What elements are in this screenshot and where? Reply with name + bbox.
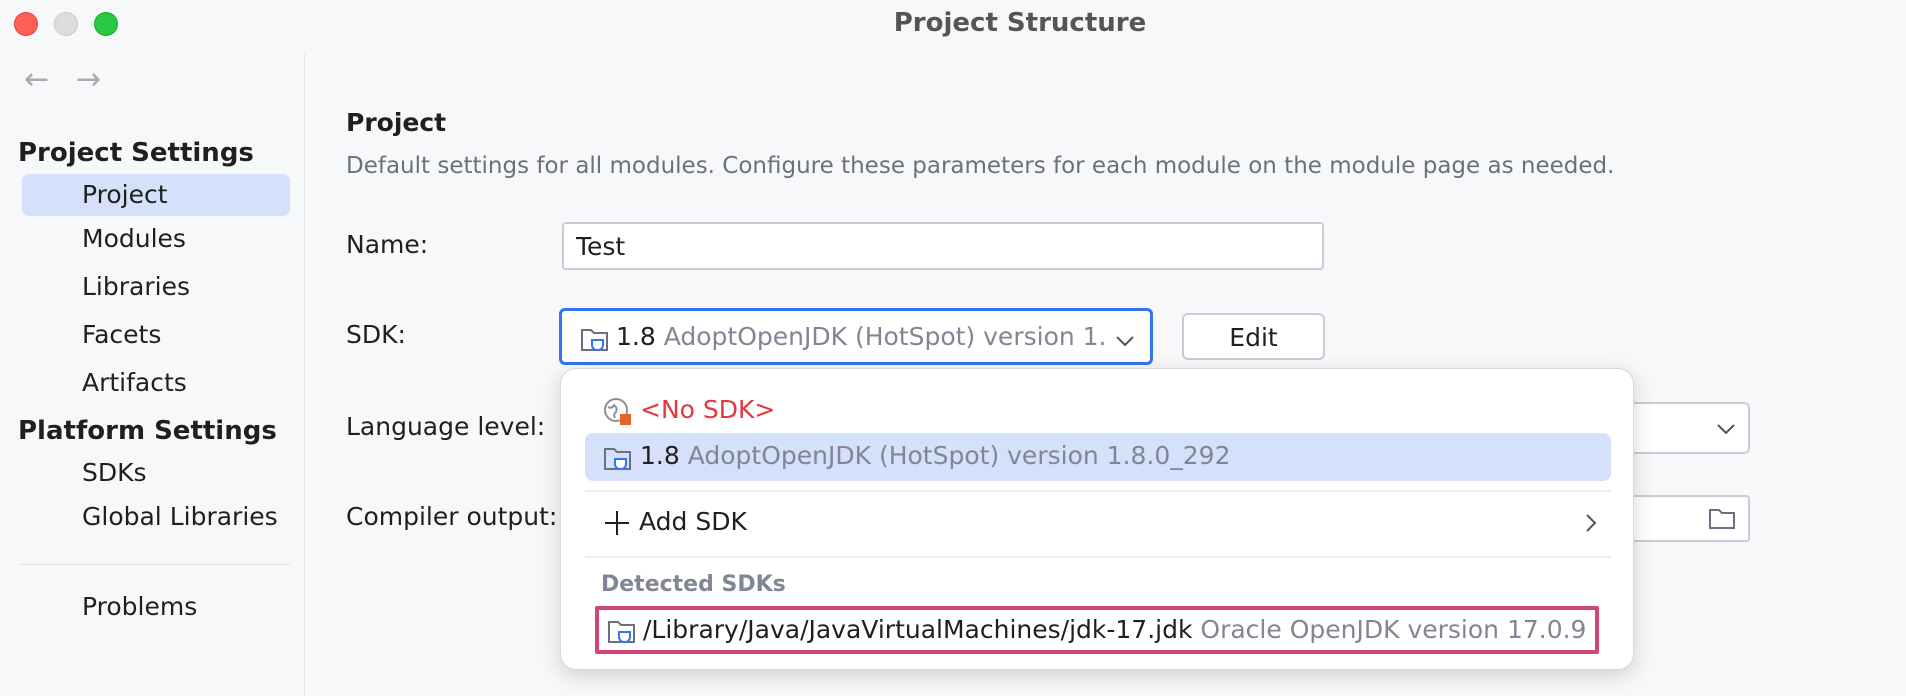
jdk-folder-icon [604, 448, 631, 470]
sidebar-item-label: Global Libraries [82, 502, 278, 531]
sdk-dropdown[interactable]: 1.8 AdoptOpenJDK (HotSpot) version 1.8 [559, 308, 1153, 365]
sidebar-item-global-libraries[interactable]: Global Libraries [22, 496, 290, 538]
sdk-popup-menu: <No SDK> 1.8 AdoptOpenJDK (HotSpot) vers… [560, 368, 1634, 670]
add-sdk-menu-item[interactable]: Add SDK [585, 499, 1611, 547]
edit-sdk-button[interactable]: Edit [1182, 313, 1325, 360]
name-label: Name: [346, 230, 429, 259]
detected-sdk-item[interactable]: /Library/Java/JavaVirtualMachines/jdk-17… [595, 606, 1599, 654]
sidebar-item-label: Facets [82, 320, 162, 349]
chevron-down-icon [1116, 336, 1134, 347]
sidebar-item-label: SDKs [82, 458, 147, 487]
arrow-right-icon[interactable]: → [76, 65, 101, 95]
sidebar-item-facets[interactable]: Facets [22, 314, 290, 356]
title-bar: Project Structure [0, 0, 1906, 46]
detected-sdk-path: /Library/Java/JavaVirtualMachines/jdk-17… [643, 615, 1193, 644]
page-title: Project [346, 108, 447, 137]
project-name-input[interactable] [562, 222, 1324, 270]
sdk-version: 1.8 [616, 322, 656, 351]
sdk-dropdown-value: 1.8 AdoptOpenJDK (HotSpot) version 1.8 [616, 322, 1104, 351]
page-description: Default settings for all modules. Config… [346, 153, 1615, 179]
folder-icon[interactable] [1708, 507, 1736, 531]
popup-item-sdk[interactable]: 1.8 AdoptOpenJDK (HotSpot) version 1.8.0… [585, 433, 1611, 481]
arrow-left-icon[interactable]: ← [24, 65, 49, 95]
sidebar-item-artifacts[interactable]: Artifacts [22, 362, 290, 404]
detected-sdk-text: /Library/Java/JavaVirtualMachines/jdk-17… [643, 615, 1586, 644]
sidebar-separator [20, 564, 290, 565]
sdk-item-version: 1.8 [640, 441, 680, 470]
sidebar-item-label: Libraries [82, 272, 190, 301]
section-header-platform-settings: Platform Settings [18, 416, 277, 446]
sidebar-item-label: Artifacts [82, 368, 187, 397]
section-header-project-settings: Project Settings [18, 138, 254, 168]
detected-sdks-header: Detected SDKs [601, 572, 786, 597]
sidebar-item-project[interactable]: Project [22, 174, 290, 216]
sidebar-item-label: Modules [82, 224, 186, 253]
window-title: Project Structure [893, 8, 1147, 38]
sdk-item-text: 1.8 AdoptOpenJDK (HotSpot) version 1.8.0… [640, 441, 1230, 470]
plus-icon [605, 511, 629, 535]
sdk-item-description: AdoptOpenJDK (HotSpot) version 1.8.0_292 [687, 441, 1231, 470]
globe-error-icon [604, 398, 631, 425]
chevron-down-icon [1717, 424, 1735, 435]
popup-separator [585, 490, 1611, 492]
sdk-description: AdoptOpenJDK (HotSpot) version 1.8 [663, 322, 1104, 351]
jdk-folder-icon [581, 329, 608, 351]
no-sdk-label: <No SDK> [640, 395, 776, 424]
language-level-label: Language level: [346, 412, 546, 441]
popup-separator [585, 556, 1611, 558]
sidebar-item-libraries[interactable]: Libraries [22, 266, 290, 308]
sidebar-divider [304, 54, 305, 696]
sidebar-item-modules[interactable]: Modules [22, 218, 290, 260]
sidebar-item-problems[interactable]: Problems [22, 586, 290, 628]
chevron-right-icon [1586, 514, 1597, 532]
detected-sdk-description: Oracle OpenJDK version 17.0.9 [1200, 615, 1587, 644]
sidebar-item-label: Problems [82, 592, 198, 621]
sdk-label: SDK: [346, 320, 406, 349]
add-sdk-label: Add SDK [639, 507, 747, 536]
sidebar-item-label: Project [82, 180, 168, 209]
sidebar-item-sdks[interactable]: SDKs [22, 452, 290, 494]
popup-item-no-sdk[interactable]: <No SDK> [585, 387, 1611, 435]
compiler-output-label: Compiler output: [346, 502, 558, 531]
jdk-folder-icon [608, 621, 635, 643]
